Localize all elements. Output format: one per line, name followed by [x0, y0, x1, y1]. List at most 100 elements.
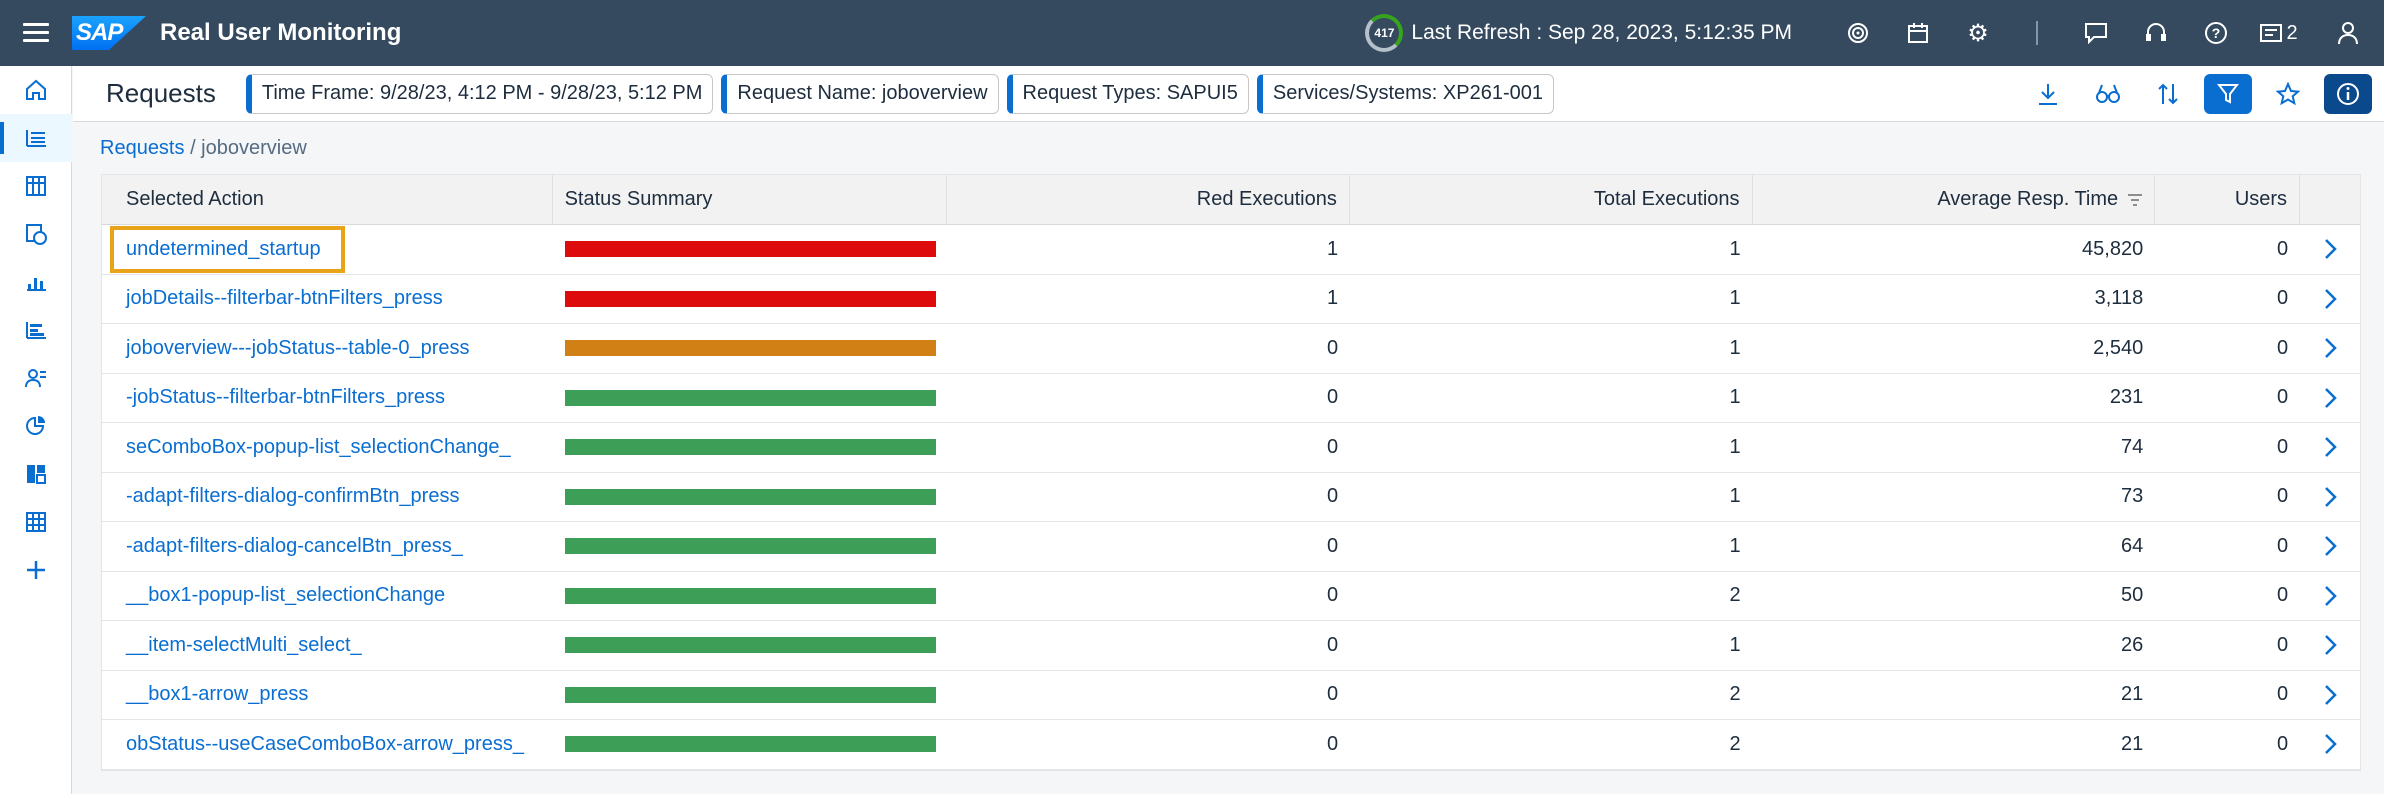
- nav-bar-chart[interactable]: [0, 306, 72, 354]
- shell-separator: [2036, 21, 2038, 45]
- cell-red-executions: 1: [1326, 287, 1339, 310]
- column-header-users[interactable]: Users: [2155, 175, 2301, 224]
- calendar-button[interactable]: [1888, 0, 1948, 66]
- column-header-navigation: [2300, 175, 2360, 224]
- action-link[interactable]: -jobStatus--filterbar-btnFilters_press: [126, 386, 445, 409]
- support-button[interactable]: [2126, 0, 2186, 66]
- action-link[interactable]: undetermined_startup: [110, 225, 345, 273]
- target-button[interactable]: [1828, 0, 1888, 66]
- table-row[interactable]: undetermined_startup 1 1 45,820 0: [102, 225, 2360, 275]
- download-icon: [2039, 84, 2057, 105]
- notification-count: 2: [2286, 21, 2298, 44]
- cell-selected-action: -adapt-filters-dialog-confirmBtn_press: [102, 473, 553, 522]
- status-bar-green: [564, 736, 936, 753]
- table-row[interactable]: -adapt-filters-dialog-confirmBtn_press 0 1…: [102, 473, 2360, 522]
- table-row[interactable]: obStatus--useCaseComboBox-arrow_press_ 0 2…: [102, 720, 2360, 770]
- cell-average-resp-time: 231: [2109, 386, 2144, 409]
- table-row[interactable]: __item-selectMulti_select_ 0 1 26 0: [102, 621, 2360, 671]
- column-header-total-executions[interactable]: Total Executions: [1350, 175, 1753, 224]
- cell-navigation[interactable]: [2300, 522, 2360, 571]
- filter-token-request-name[interactable]: Request Name: joboverview: [721, 73, 999, 114]
- table-icon: [26, 176, 46, 196]
- chevron-right-icon: [2325, 437, 2337, 458]
- table-row[interactable]: joboverview---jobStatus--table-0_press 0 1…: [102, 324, 2360, 374]
- status-bar-green: [564, 538, 936, 555]
- column-header-red-executions[interactable]: Red Executions: [947, 175, 1350, 224]
- table-row[interactable]: __box1-popup-list_selectionChange 0 2 50 0: [102, 572, 2360, 621]
- cell-navigation[interactable]: [2300, 572, 2360, 621]
- side-navigation: [0, 66, 72, 794]
- cell-navigation[interactable]: [2300, 275, 2360, 324]
- cell-navigation[interactable]: [2300, 324, 2360, 373]
- cell-navigation[interactable]: [2300, 225, 2360, 274]
- nav-grid[interactable]: [0, 498, 72, 546]
- breadcrumb-link-requests[interactable]: Requests: [100, 137, 185, 159]
- cell-total-executions: 2: [1729, 683, 1741, 706]
- notifications-button[interactable]: 2: [2246, 0, 2312, 66]
- cell-navigation[interactable]: [2300, 671, 2360, 720]
- table-row[interactable]: __box1-arrow_press 0 2 21 0: [102, 671, 2360, 720]
- users-icon: [25, 369, 46, 388]
- help-button[interactable]: ?: [2186, 0, 2246, 66]
- cell-selected-action: jobDetails--filterbar-btnFilters_press: [102, 275, 553, 324]
- page-title: Requests: [106, 78, 216, 108]
- cell-selected-action: __box1-arrow_press: [102, 671, 553, 720]
- column-header-average-resp-time[interactable]: Average Resp. Time: [1753, 175, 2156, 224]
- menu-button[interactable]: [0, 0, 72, 66]
- action-link[interactable]: joboverview---jobStatus--table-0_press: [126, 337, 469, 360]
- table-row[interactable]: -jobStatus--filterbar-btnFilters_press 0 1…: [102, 374, 2360, 423]
- breadcrumb: Requests / joboverview: [100, 137, 307, 160]
- column-header-status-summary[interactable]: Status Summary: [553, 175, 948, 224]
- cell-navigation[interactable]: [2300, 473, 2360, 522]
- action-link[interactable]: -adapt-filters-dialog-cancelBtn_press_: [126, 535, 463, 558]
- table-row[interactable]: seComboBox-popup-list_selectionChange_ 0 1…: [102, 423, 2360, 473]
- filter-token-timeframe[interactable]: Time Frame: 9/28/23, 4:12 PM - 9/28/23, …: [245, 73, 714, 114]
- user-button[interactable]: [2318, 0, 2378, 66]
- nav-globe[interactable]: [0, 210, 72, 258]
- calendar-icon: [1908, 23, 1928, 43]
- requests-icon: [26, 130, 46, 147]
- cell-navigation[interactable]: [2300, 720, 2360, 769]
- action-link[interactable]: jobDetails--filterbar-btnFilters_press: [126, 287, 443, 310]
- cell-navigation[interactable]: [2300, 374, 2360, 423]
- search-button[interactable]: [2084, 74, 2132, 114]
- action-link[interactable]: seComboBox-popup-list_selectionChange_: [126, 436, 511, 459]
- nav-table[interactable]: [0, 162, 72, 210]
- filter-token-services[interactable]: Services/Systems: XP261-001: [1256, 73, 1554, 114]
- favorite-button[interactable]: [2264, 74, 2312, 114]
- table-row[interactable]: -adapt-filters-dialog-cancelBtn_press_ 0 1…: [102, 522, 2360, 572]
- action-link[interactable]: __item-selectMulti_select_: [126, 634, 362, 657]
- feedback-icon: [2085, 23, 2107, 44]
- action-link[interactable]: __box1-popup-list_selectionChange: [126, 584, 445, 607]
- action-link[interactable]: -adapt-filters-dialog-confirmBtn_press: [126, 485, 459, 508]
- action-link[interactable]: __box1-arrow_press: [126, 683, 308, 706]
- sort-button[interactable]: [2144, 74, 2192, 114]
- cell-status-summary: [553, 225, 948, 274]
- filter-token-request-types[interactable]: Request Types: SAPUI5: [1006, 73, 1249, 114]
- chevron-right-icon: [2325, 486, 2337, 507]
- nav-users[interactable]: [0, 354, 72, 402]
- column-header-selected-action[interactable]: Selected Action: [102, 175, 553, 224]
- nav-add[interactable]: [0, 546, 72, 594]
- download-button[interactable]: [2024, 74, 2072, 114]
- info-icon: [2337, 83, 2359, 105]
- filter-button[interactable]: [2204, 74, 2252, 114]
- nav-dashboard[interactable]: [0, 450, 72, 498]
- cell-average-resp-time: 74: [2120, 435, 2144, 458]
- cell-navigation[interactable]: [2300, 621, 2360, 670]
- feedback-button[interactable]: [2066, 0, 2126, 66]
- status-bar-red: [564, 290, 936, 307]
- nav-home[interactable]: [0, 66, 72, 114]
- settings-button[interactable]: ⚙: [1948, 0, 2008, 66]
- nav-pie-chart[interactable]: [0, 402, 72, 450]
- table-row[interactable]: jobDetails--filterbar-btnFilters_press 1 1…: [102, 275, 2360, 324]
- refresh-badge[interactable]: 417: [1365, 14, 1404, 52]
- cell-total-executions: 1: [1729, 435, 1741, 458]
- nav-scatter[interactable]: [0, 258, 72, 306]
- nav-requests[interactable]: [0, 114, 72, 162]
- info-button[interactable]: [2324, 74, 2372, 114]
- action-link[interactable]: obStatus--useCaseComboBox-arrow_press_: [126, 733, 524, 756]
- cell-navigation[interactable]: [2300, 423, 2360, 472]
- cell-status-summary: [553, 621, 948, 670]
- chevron-right-icon: [2325, 288, 2337, 309]
